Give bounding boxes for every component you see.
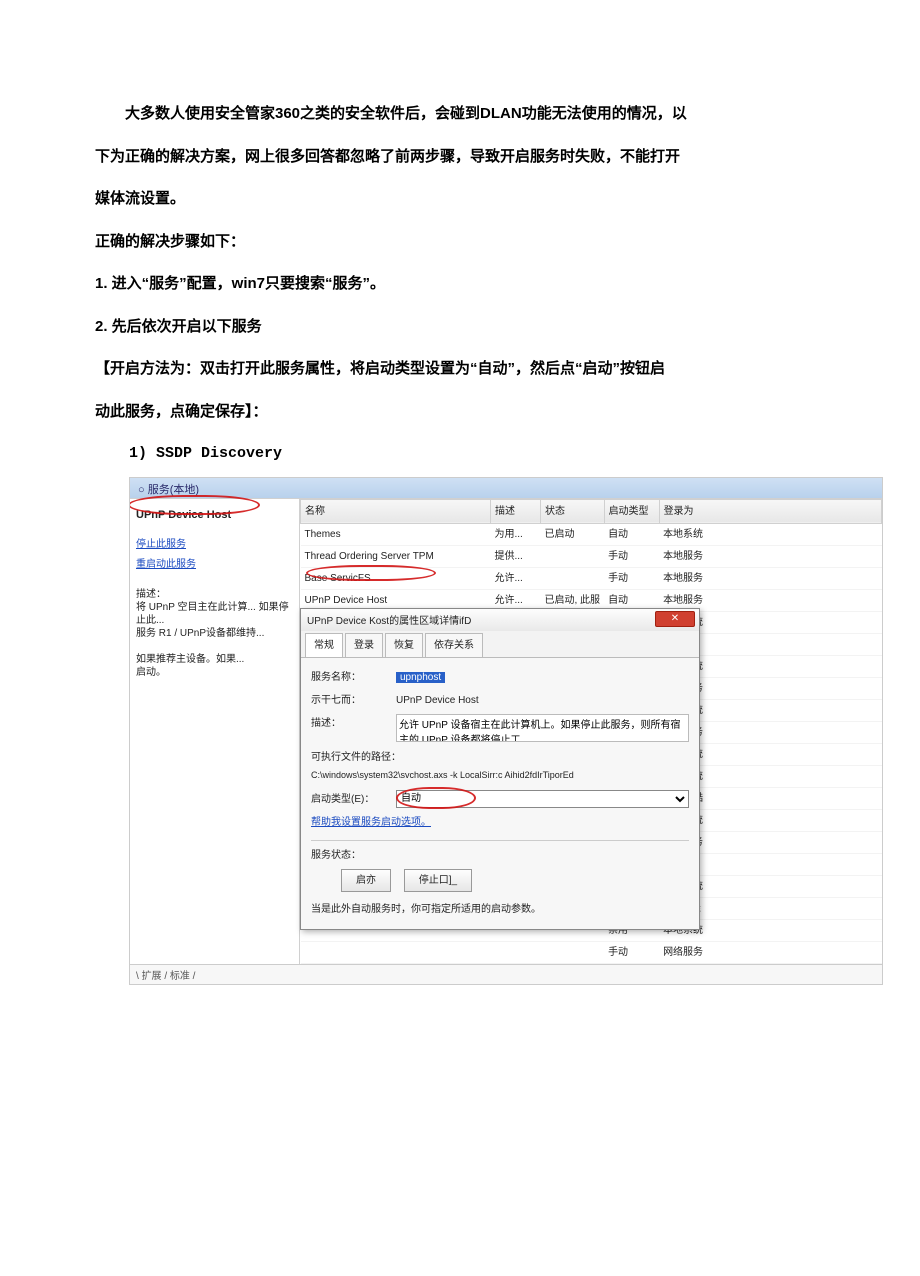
col-desc[interactable]: 描述 xyxy=(491,499,541,523)
table-row[interactable]: Base ServicFS允许...手动本地服务 xyxy=(301,567,882,589)
label-exe-path: 可执行文件的路径： xyxy=(311,748,689,767)
stop-button[interactable]: 停止口]_ xyxy=(404,869,472,892)
services-detail-pane: UPnP Device Host 停止此服务 重启动此服务 描述： 将 UPnP… xyxy=(130,499,300,964)
dialog-tabs: 常规 登录 恢复 依存关系 xyxy=(301,631,699,658)
desc-label: 描述： xyxy=(136,588,293,601)
screenshot-services-window: ○ 服务(本地) UPnP Device Host 停止此服务 重启动此服务 描… xyxy=(129,477,883,985)
col-startup[interactable]: 启动类型 xyxy=(604,499,659,523)
desc-text-4: 启动。 xyxy=(136,666,293,679)
table-row[interactable]: 手动网络服务 xyxy=(301,941,882,963)
service-properties-dialog: UPnP Device Kost的属性区域详情ifD ✕ 常规 登录 恢复 依存… xyxy=(300,608,700,930)
services-footer-tabs[interactable]: 扩展 / 标准 xyxy=(142,971,190,982)
tab-dependencies[interactable]: 依存关系 xyxy=(425,633,483,657)
step-2: 2. 先后依次开启以下服务 xyxy=(95,313,825,342)
intro-line-1: 大多数人使用安全管家360之类的安全软件后，会碰到DLAN功能无法使用的情况，以 xyxy=(95,100,825,129)
help-link-startup[interactable]: 帮助我设置服务启动选项。 xyxy=(311,817,431,828)
dialog-note: 当是此外自动服务时，你可指定所适用的启动参数。 xyxy=(311,900,689,919)
tab-recovery[interactable]: 恢复 xyxy=(385,633,423,657)
label-service-name: 服务名称： xyxy=(311,668,396,687)
desc-text-1: 将 UPnP 空目主在此计算... 如果停止此... xyxy=(136,601,293,627)
table-row[interactable]: Themes为用...已启动自动本地系统 xyxy=(301,523,882,545)
services-header-bar: ○ 服务(本地) xyxy=(130,478,882,498)
label-service-state: 服务状态： xyxy=(311,846,396,865)
table-row[interactable]: Thread Ordering Server TPM提供...手动本地服务 xyxy=(301,545,882,567)
tab-logon[interactable]: 登录 xyxy=(345,633,383,657)
intro-line-3: 媒体流设置。 xyxy=(95,185,825,214)
steps-heading: 正确的解决步骤如下： xyxy=(95,228,825,257)
services-header-title: 服务(本地) xyxy=(148,484,199,496)
value-service-name: upnphost xyxy=(396,672,445,683)
start-button[interactable]: 启亦 xyxy=(341,869,391,892)
label-display-name: 示干七而： xyxy=(311,691,396,710)
desc-text-3: 如果推荐主设备。如果... xyxy=(136,653,293,666)
col-name[interactable]: 名称 xyxy=(301,499,491,523)
value-description[interactable] xyxy=(396,714,689,742)
desc-text-2: 服务 R1 / UPnP设备都维持... xyxy=(136,627,293,640)
selected-service-title: UPnP Device Host xyxy=(136,505,293,526)
value-exe-path: C:\windows\system32\svchost.axs -k Local… xyxy=(311,767,689,784)
tab-general[interactable]: 常规 xyxy=(305,633,343,657)
substep-1: 1) SSDP Discovery xyxy=(129,440,825,469)
open-method-line-2: 动此服务，点确定保存】： xyxy=(95,398,825,427)
step-1: 1. 进入“服务”配置，win7只要搜索“服务”。 xyxy=(95,270,825,299)
value-display-name: UPnP Device Host xyxy=(396,691,689,710)
close-icon[interactable]: ✕ xyxy=(655,611,695,627)
dialog-title: UPnP Device Kost的属性区域详情ifD xyxy=(307,616,471,627)
col-logon[interactable]: 登录为 xyxy=(659,499,881,523)
intro-line-2: 下为正确的解决方案，网上很多回答都忽略了前两步骤，导致开启服务时失败，不能打开 xyxy=(95,143,825,172)
label-startup-type: 启动类型(E)： xyxy=(311,790,396,809)
select-startup-type[interactable]: 自动 xyxy=(396,790,689,808)
restart-service-link[interactable]: 重启动此服务 xyxy=(136,555,293,574)
open-method-line-1: 【开启方法为：双击打开此服务属性，将启动类型设置为“自动”，然后点“启动”按钮启 xyxy=(95,355,825,384)
col-status[interactable]: 状态 xyxy=(541,499,605,523)
stop-service-link[interactable]: 停止此服务 xyxy=(136,535,293,554)
label-description: 描述： xyxy=(311,714,396,733)
